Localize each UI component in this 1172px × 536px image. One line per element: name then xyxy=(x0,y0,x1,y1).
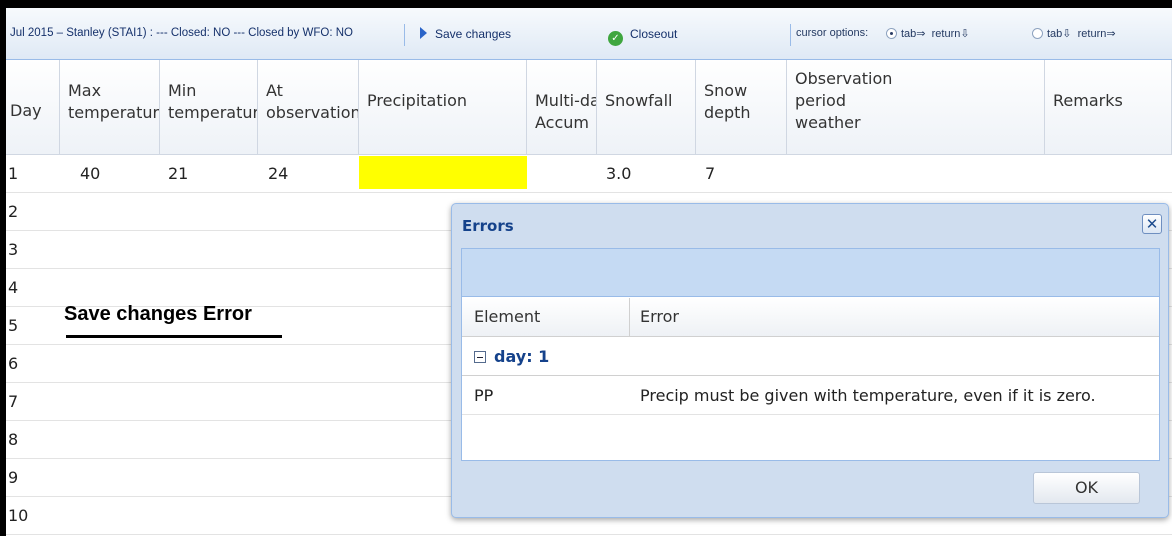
save-changes-error-annotation: Save changes Error xyxy=(64,303,252,325)
closeout-button[interactable]: ✓ Closeout xyxy=(608,27,677,46)
column-header-line: temperature xyxy=(168,103,257,122)
column-header-line: Snowfall xyxy=(605,91,673,110)
column-header[interactable]: At observation xyxy=(258,60,359,155)
opt1-tab-label: tab⇒ xyxy=(901,28,926,40)
column-header[interactable]: Multi-day Accum xyxy=(527,60,597,155)
column-header-line: Remarks xyxy=(1053,91,1123,110)
radio-selected-icon xyxy=(886,28,897,39)
cell-day: 9 xyxy=(8,468,19,487)
column-header-line: Snow xyxy=(704,81,748,100)
column-header-line: Min xyxy=(168,81,197,100)
precipitation-cell-highlighted[interactable] xyxy=(359,156,527,189)
column-header-line: temperature xyxy=(68,103,160,122)
cell-day: 10 xyxy=(8,506,29,525)
app-window: Jul 2015 – Stanley (STAI1) : --- Closed:… xyxy=(0,0,1172,536)
column-header[interactable]: Observation period weather xyxy=(787,60,1045,155)
column-header[interactable]: Snowfall xyxy=(597,60,696,155)
radio-unselected-icon xyxy=(1032,28,1043,39)
column-header[interactable]: Day xyxy=(6,60,60,155)
column-header-line: depth xyxy=(704,103,751,122)
errors-dialog: Errors ✕ Element Error day: 1 PP Precip … xyxy=(451,203,1169,518)
toolbar-separator xyxy=(404,24,405,46)
dialog-title: Errors xyxy=(462,217,514,235)
check-circle-icon: ✓ xyxy=(608,31,623,46)
closeout-label: Closeout xyxy=(630,27,678,41)
cursor-option-tab-down-return-right[interactable]: tab⇩ return⇒ xyxy=(1032,27,1116,40)
column-header[interactable]: Max temperature xyxy=(60,60,160,155)
group-row-day-1[interactable]: day: 1 xyxy=(462,338,1159,376)
column-header-line: At xyxy=(266,81,283,100)
group-label: day: 1 xyxy=(494,347,550,366)
column-header[interactable]: Precipitation xyxy=(359,60,527,155)
cell-min: 21 xyxy=(168,164,189,183)
table-row[interactable]: 1 40 21 24 3.0 7 xyxy=(6,155,1172,193)
column-header[interactable]: Min temperature xyxy=(160,60,258,155)
column-divider xyxy=(629,298,630,336)
opt2-tab-label: tab⇩ xyxy=(1047,28,1072,40)
annotation-underline xyxy=(66,335,282,338)
cell-max: 40 xyxy=(80,164,101,183)
column-header[interactable]: Remarks xyxy=(1045,60,1172,155)
column-header-line: Precipitation xyxy=(367,91,468,110)
save-changes-label: Save changes xyxy=(435,27,512,41)
column-header-line: weather xyxy=(795,113,861,132)
error-element: PP xyxy=(474,386,494,405)
cell-day: 6 xyxy=(8,354,19,373)
column-header[interactable]: Snow depth xyxy=(696,60,787,155)
column-header-line: Max xyxy=(68,81,102,100)
errors-grid-header: Element Error xyxy=(462,298,1159,337)
cell-day: 4 xyxy=(8,278,19,297)
column-header-line: period xyxy=(795,91,846,110)
save-changes-button[interactable]: Save changes xyxy=(420,27,511,41)
record-status: Jul 2015 – Stanley (STAI1) : --- Closed:… xyxy=(10,27,353,39)
window-border-top xyxy=(0,0,1172,8)
cursor-option-tab-right-return-down[interactable]: tab⇒ return⇩ xyxy=(886,27,970,40)
cell-day: 5 xyxy=(8,316,19,335)
toolbar: Jul 2015 – Stanley (STAI1) : --- Closed:… xyxy=(6,8,1172,60)
collapse-icon[interactable] xyxy=(474,351,486,363)
toolbar-separator xyxy=(790,24,791,46)
cell-at-obs: 24 xyxy=(268,164,289,183)
cell-day: 8 xyxy=(8,430,19,449)
column-header-line: observation xyxy=(266,103,359,122)
cell-snow-depth: 7 xyxy=(705,164,716,183)
opt1-return-label: return⇩ xyxy=(931,28,970,40)
close-icon[interactable]: ✕ xyxy=(1142,214,1162,234)
cell-day: 3 xyxy=(8,240,19,259)
cell-day: 7 xyxy=(8,392,19,411)
column-header-line: Observation xyxy=(795,69,893,88)
cell-snowfall: 3.0 xyxy=(606,164,632,183)
column-header-error[interactable]: Error xyxy=(640,298,679,336)
errors-grid: Element Error day: 1 PP Precip must be g… xyxy=(461,248,1160,461)
column-header-element[interactable]: Element xyxy=(474,298,540,336)
column-header-line: Day xyxy=(10,101,42,120)
error-message: Precip must be given with temperature, e… xyxy=(640,386,1096,405)
cell-day: 2 xyxy=(8,202,19,221)
ok-button[interactable]: OK xyxy=(1033,472,1140,504)
cursor-options-label: cursor options: xyxy=(796,27,869,39)
arrow-right-icon xyxy=(420,27,427,39)
error-row[interactable]: PP Precip must be given with temperature… xyxy=(462,377,1159,415)
errors-grid-toolbar xyxy=(462,249,1159,297)
column-header-line: Multi-day xyxy=(535,91,596,110)
column-header-line: Accum xyxy=(535,113,589,132)
grid-header: Day Max temperature Min temperature At observa… xyxy=(6,60,1172,155)
opt2-return-label: return⇒ xyxy=(1077,28,1116,40)
cell-day: 1 xyxy=(8,164,19,183)
